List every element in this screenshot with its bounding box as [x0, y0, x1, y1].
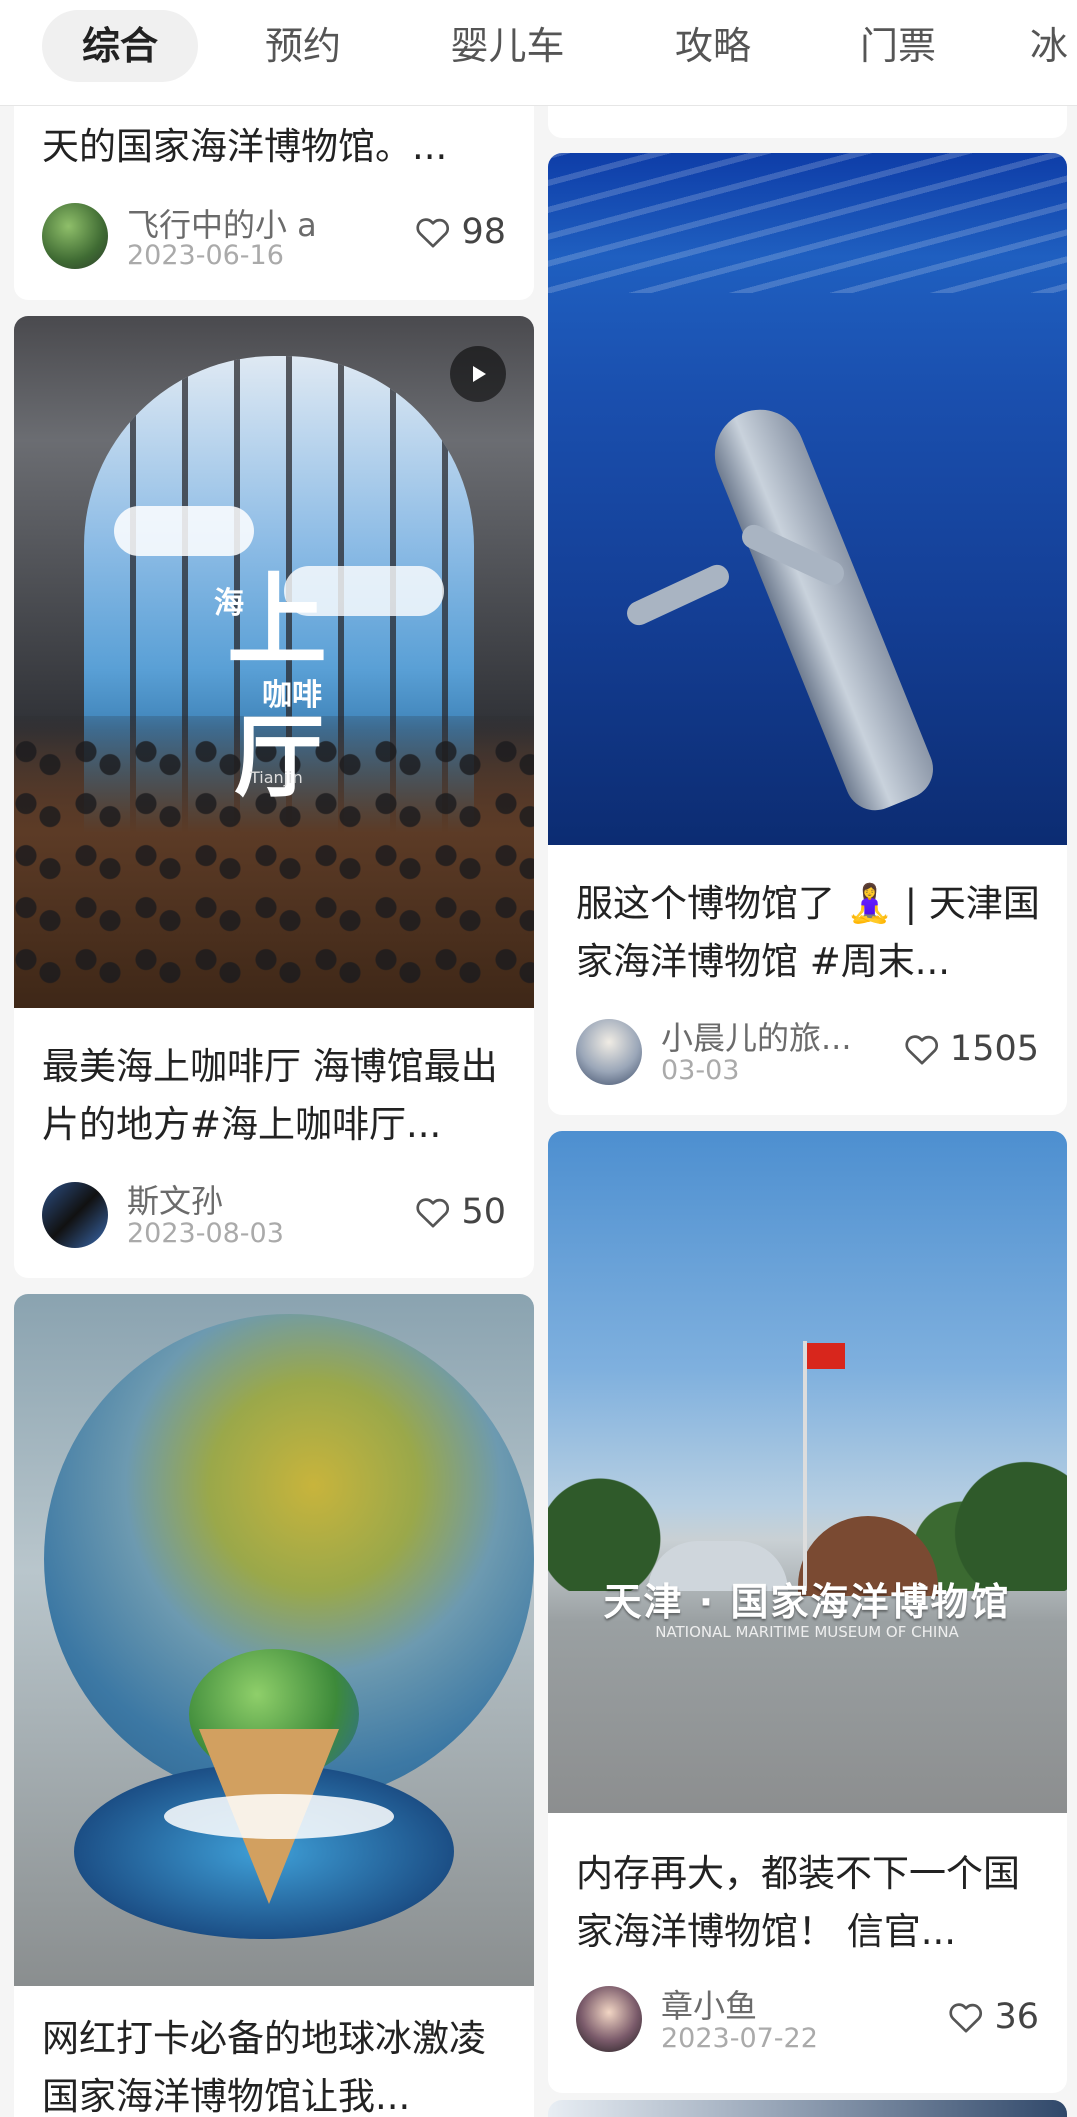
avatar[interactable]: [576, 1019, 642, 1085]
note-title: 服这个博物馆了 🧘‍♀️ | 天津国家海洋博物馆 #周末...: [576, 882, 1040, 983]
tab-yuyue[interactable]: 预约: [225, 10, 381, 82]
note-card[interactable]: 天津 · 国家海洋博物馆 NATIONAL MARITIME MUSEUM OF…: [548, 1131, 1067, 2093]
like-count: 98: [461, 212, 506, 252]
like-button[interactable]: 98: [413, 212, 506, 252]
avatar[interactable]: [576, 1986, 642, 2052]
like-button[interactable]: 1505: [902, 1029, 1039, 1069]
post-date: 2023-07-22: [661, 2023, 818, 2054]
post-date: 2023-08-03: [127, 1218, 284, 1249]
tab-zonghe[interactable]: 综合: [42, 10, 198, 82]
cafe-title-bottom: 厅: [234, 705, 324, 810]
note-title: 最美海上咖啡厅 海博馆最出片的地方#海上咖啡厅...: [42, 1045, 498, 1146]
tab-ice[interactable]: 冰: [1030, 10, 1077, 82]
note-title: 天的国家海洋博物馆。...: [42, 125, 448, 168]
note-cover-image[interactable]: 天津 · 国家海洋博物馆 NATIONAL MARITIME MUSEUM OF…: [548, 1131, 1067, 1813]
tab-tickets[interactable]: 门票: [820, 10, 976, 82]
note-cover-image[interactable]: [548, 153, 1067, 845]
like-count: 1505: [949, 1029, 1039, 1069]
heart-outline-icon: [905, 1035, 938, 1065]
post-date: 2023-06-16: [127, 240, 284, 271]
like-count: 36: [994, 1997, 1039, 2037]
play-icon: [473, 366, 486, 382]
avatar[interactable]: [42, 1182, 108, 1248]
note-cover-image[interactable]: 上 海 咖啡 厅 Tianjin: [14, 316, 534, 1008]
category-tabbar: 综合 预约 婴儿车 攻略 门票 冰: [0, 0, 1077, 106]
note-card[interactable]: [548, 2100, 1067, 2117]
like-button[interactable]: 36: [946, 1997, 1039, 2037]
note-title: 网红打卡必备的地球冰激凌 国家海洋博物馆让我...: [42, 2017, 486, 2117]
video-badge: [450, 346, 506, 402]
heart-outline-icon: [416, 218, 450, 248]
author-name[interactable]: 章小鱼: [661, 1981, 757, 2027]
tab-guide[interactable]: 攻略: [635, 10, 791, 82]
post-date: 03-03: [661, 1055, 740, 1086]
note-cover-image[interactable]: [14, 1294, 534, 1986]
museum-sign-en: NATIONAL MARITIME MUSEUM OF CHINA: [655, 1623, 959, 1641]
note-card[interactable]: 上 海 咖啡 厅 Tianjin 最美海上咖啡厅 海博馆最出片的地方#海上咖啡厅…: [14, 316, 534, 1278]
avatar[interactable]: [42, 203, 108, 269]
note-card[interactable]: 天的国家海洋博物馆。... 飞行中的小 a 2023-06-16 98: [14, 90, 534, 300]
author-name[interactable]: 小晨儿的旅...: [661, 1013, 881, 1059]
heart-outline-icon: [416, 1198, 450, 1228]
cafe-title-left: 海: [214, 586, 244, 621]
author-name[interactable]: 斯文孙: [127, 1176, 223, 1222]
tab-stroller[interactable]: 婴儿车: [420, 10, 595, 82]
heart-outline-icon: [949, 2003, 983, 2033]
like-button[interactable]: 50: [413, 1192, 506, 1232]
note-card[interactable]: 网红打卡必备的地球冰激凌 国家海洋博物馆让我...: [14, 1294, 534, 2117]
note-title: 内存再大，都装不下一个国家海洋博物馆！ 信官...: [576, 1852, 1020, 1953]
like-count: 50: [461, 1192, 506, 1232]
cafe-city: Tianjin: [250, 768, 303, 787]
note-card[interactable]: 服这个博物馆了 🧘‍♀️ | 天津国家海洋博物馆 #周末... 小晨儿的旅...…: [548, 153, 1067, 1115]
museum-sign: 天津 · 国家海洋博物馆: [603, 1580, 1011, 1624]
